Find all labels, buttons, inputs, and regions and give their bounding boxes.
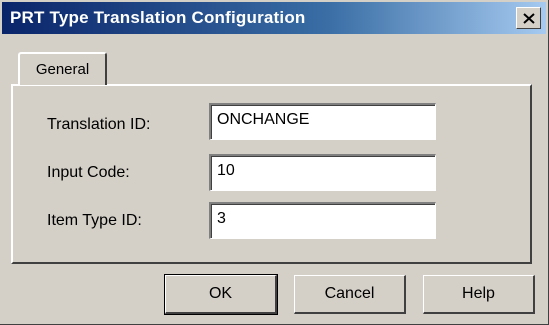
window-title: PRT Type Translation Configuration bbox=[10, 8, 306, 27]
close-icon bbox=[523, 13, 535, 24]
tab-general-label: General bbox=[35, 61, 90, 78]
ok-button[interactable]: OK bbox=[164, 274, 278, 315]
item-type-id-label: Item Type ID: bbox=[47, 212, 142, 229]
dialog-window: PRT Type Translation Configuration Gener… bbox=[0, 0, 549, 325]
item-type-id-input[interactable]: 3 bbox=[209, 202, 436, 239]
cancel-button[interactable]: Cancel bbox=[294, 275, 406, 314]
translation-id-value: ONCHANGE bbox=[217, 111, 310, 128]
general-tab-panel: Translation ID: ONCHANGE Input Code: 10 … bbox=[11, 84, 532, 264]
tab-general[interactable]: General bbox=[18, 52, 107, 85]
input-code-label: Input Code: bbox=[47, 164, 130, 181]
translation-id-input[interactable]: ONCHANGE bbox=[209, 103, 436, 140]
title-bar[interactable]: PRT Type Translation Configuration bbox=[2, 2, 546, 34]
help-button[interactable]: Help bbox=[423, 275, 535, 314]
translation-id-label: Translation ID: bbox=[47, 116, 151, 133]
item-type-id-value: 3 bbox=[217, 210, 226, 227]
input-code-input[interactable]: 10 bbox=[209, 154, 436, 191]
close-button[interactable] bbox=[516, 7, 541, 29]
input-code-value: 10 bbox=[217, 162, 235, 179]
